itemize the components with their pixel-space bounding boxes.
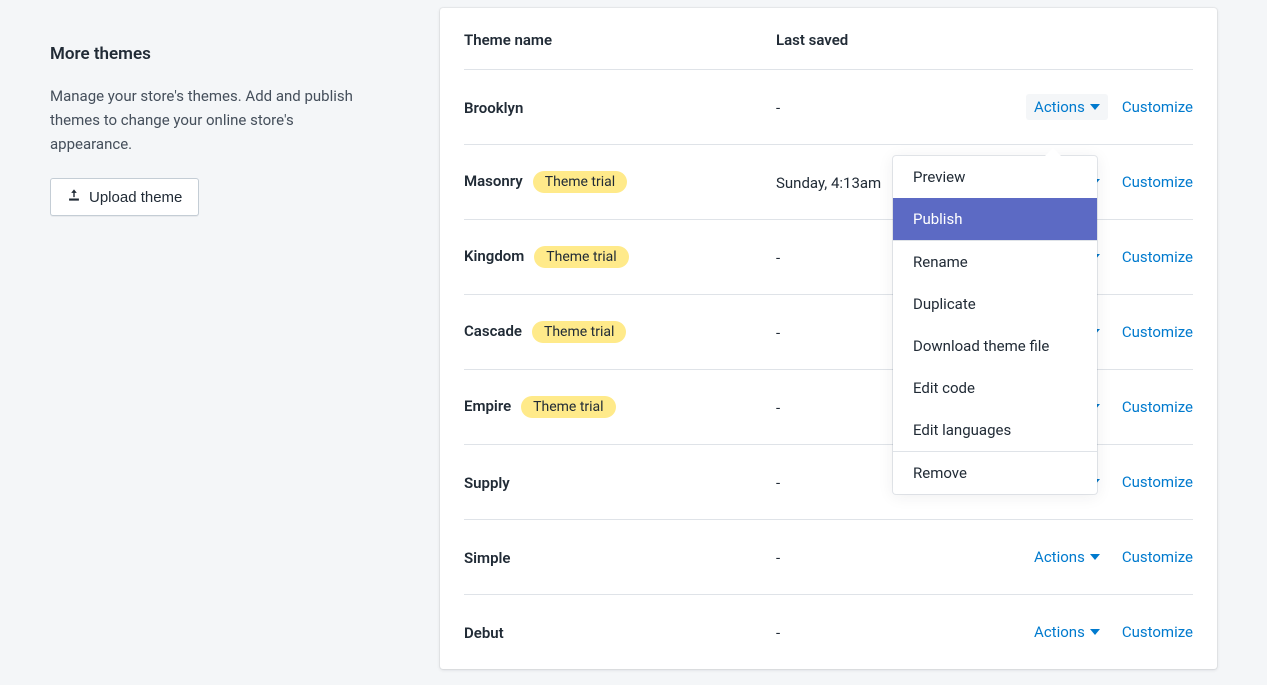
theme-name: Supply bbox=[464, 474, 510, 492]
upload-icon bbox=[67, 188, 81, 206]
customize-link[interactable]: Customize bbox=[1122, 473, 1193, 491]
customize-link[interactable]: Customize bbox=[1122, 98, 1193, 116]
actions-dropdown: PreviewPublishRenameDuplicateDownload th… bbox=[893, 156, 1097, 494]
actions-cell: Actions Customize bbox=[993, 544, 1193, 570]
header-last-saved: Last saved bbox=[776, 31, 1193, 49]
themes-card: Theme name Last saved Brooklyn - Actions Cu… bbox=[440, 8, 1217, 669]
sidebar-title: More themes bbox=[50, 44, 410, 64]
last-saved-value: - bbox=[776, 324, 780, 342]
upload-theme-label: Upload theme bbox=[89, 189, 182, 206]
theme-name-cell: Kingdom Theme trial bbox=[464, 246, 776, 268]
dropdown-item-duplicate[interactable]: Duplicate bbox=[893, 283, 1097, 325]
last-saved-value: - bbox=[776, 249, 780, 267]
sidebar: More themes Manage your store's themes. … bbox=[0, 0, 440, 685]
last-saved-cell: - bbox=[776, 98, 993, 117]
theme-trial-badge: Theme trial bbox=[532, 321, 626, 343]
last-saved-cell: - bbox=[776, 623, 993, 642]
theme-name: Empire bbox=[464, 397, 511, 415]
customize-link[interactable]: Customize bbox=[1122, 398, 1193, 416]
customize-link[interactable]: Customize bbox=[1122, 623, 1193, 641]
last-saved-value: - bbox=[776, 549, 780, 567]
last-saved-value: - bbox=[776, 474, 780, 492]
header-theme-name: Theme name bbox=[464, 31, 776, 49]
theme-name: Kingdom bbox=[464, 247, 524, 265]
dropdown-item-rename[interactable]: Rename bbox=[893, 241, 1097, 283]
theme-row: Simple - Actions Customize bbox=[464, 519, 1193, 594]
last-saved-cell: - bbox=[776, 548, 993, 567]
table-header: Theme name Last saved bbox=[464, 8, 1193, 69]
actions-button[interactable]: Actions bbox=[1026, 94, 1108, 120]
theme-trial-badge: Theme trial bbox=[534, 246, 628, 268]
theme-name-cell: Simple bbox=[464, 548, 776, 567]
theme-name-cell: Empire Theme trial bbox=[464, 396, 776, 418]
dropdown-item-remove[interactable]: Remove bbox=[893, 452, 1097, 494]
theme-row: Debut - Actions Customize bbox=[464, 594, 1193, 669]
dropdown-item-preview[interactable]: Preview bbox=[893, 156, 1097, 198]
customize-link[interactable]: Customize bbox=[1122, 548, 1193, 566]
dropdown-item-edit-languages[interactable]: Edit languages bbox=[893, 409, 1097, 451]
theme-name: Cascade bbox=[464, 322, 522, 340]
actions-button[interactable]: Actions bbox=[1026, 619, 1108, 645]
caret-down-icon bbox=[1090, 623, 1100, 641]
actions-cell: Actions Customize bbox=[993, 94, 1193, 120]
actions-button-label: Actions bbox=[1034, 98, 1085, 116]
caret-down-icon bbox=[1090, 548, 1100, 566]
actions-button-label: Actions bbox=[1034, 623, 1085, 641]
theme-trial-badge: Theme trial bbox=[533, 171, 627, 193]
upload-theme-button[interactable]: Upload theme bbox=[50, 178, 199, 216]
actions-button[interactable]: Actions bbox=[1026, 544, 1108, 570]
theme-name: Brooklyn bbox=[464, 99, 523, 117]
last-saved-value: Sunday, 4:13am bbox=[776, 174, 881, 192]
theme-trial-badge: Theme trial bbox=[521, 396, 615, 418]
theme-name-cell: Debut bbox=[464, 623, 776, 642]
customize-link[interactable]: Customize bbox=[1122, 248, 1193, 266]
customize-link[interactable]: Customize bbox=[1122, 173, 1193, 191]
theme-name: Simple bbox=[464, 549, 511, 567]
dropdown-item-download-theme-file[interactable]: Download theme file bbox=[893, 325, 1097, 367]
theme-name: Debut bbox=[464, 624, 504, 642]
last-saved-value: - bbox=[776, 624, 780, 642]
theme-row: Brooklyn - Actions Customize bbox=[464, 69, 1193, 144]
theme-name-cell: Cascade Theme trial bbox=[464, 321, 776, 343]
last-saved-value: - bbox=[776, 399, 780, 417]
dropdown-item-publish[interactable]: Publish bbox=[893, 198, 1097, 240]
customize-link[interactable]: Customize bbox=[1122, 323, 1193, 341]
actions-button-label: Actions bbox=[1034, 548, 1085, 566]
dropdown-item-edit-code[interactable]: Edit code bbox=[893, 367, 1097, 409]
last-saved-value: - bbox=[776, 99, 780, 117]
actions-cell: Actions Customize bbox=[993, 619, 1193, 645]
theme-name-cell: Masonry Theme trial bbox=[464, 171, 776, 193]
theme-name-cell: Brooklyn bbox=[464, 98, 776, 117]
sidebar-description: Manage your store's themes. Add and publ… bbox=[50, 84, 370, 156]
theme-name-cell: Supply bbox=[464, 473, 776, 492]
caret-down-icon bbox=[1090, 98, 1100, 116]
theme-name: Masonry bbox=[464, 172, 523, 190]
